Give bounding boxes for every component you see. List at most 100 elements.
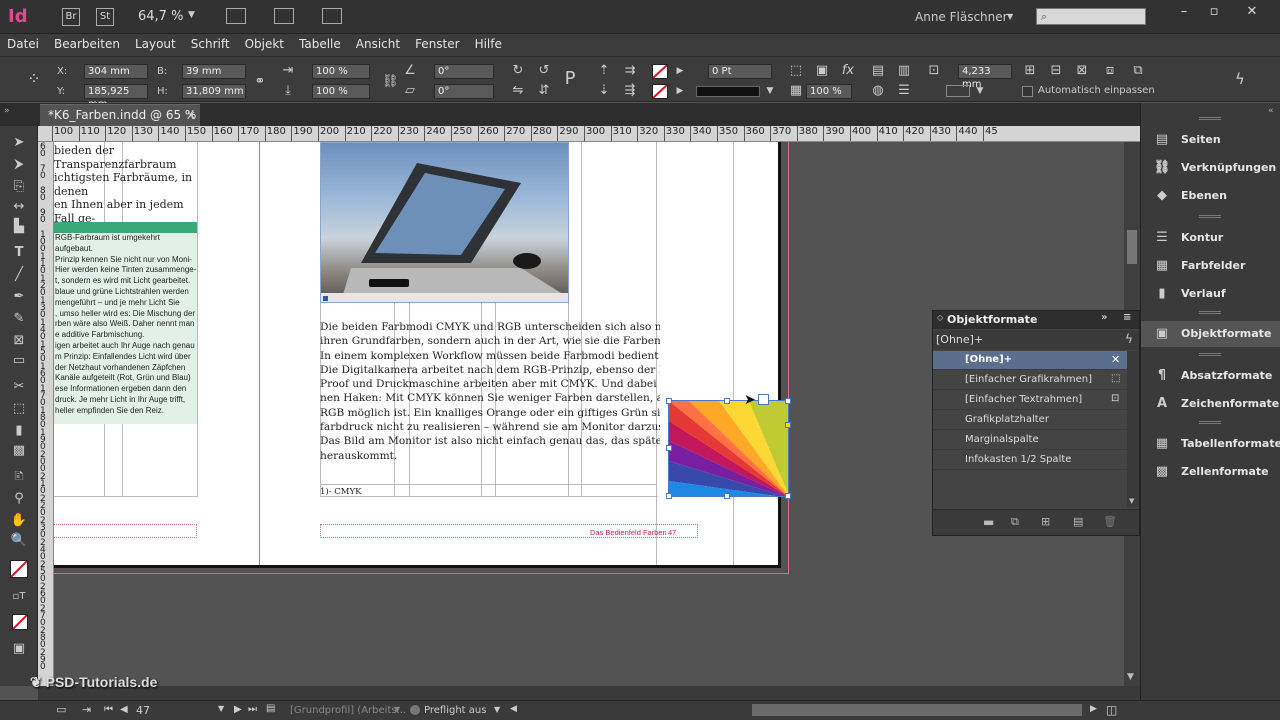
style-row-marginalspalte[interactable]: Marginalspalte [933, 431, 1127, 450]
selection-tool-icon[interactable]: ➤ [10, 134, 28, 152]
page-number-field[interactable]: 47 [136, 704, 150, 717]
fit-frame-icon[interactable]: ⊟ [1048, 63, 1064, 79]
direct-selection-tool-icon[interactable]: ⮞ [10, 156, 28, 174]
previous-page-icon[interactable]: ◀ [120, 704, 128, 715]
split-view-icon[interactable]: ◫ [1106, 703, 1117, 717]
stroke-none-swatch[interactable] [652, 84, 668, 99]
fill-stroke-swatches[interactable] [10, 560, 28, 578]
maximize-button[interactable]: ▫ [1202, 4, 1226, 22]
close-window-button[interactable]: ✕ [1240, 4, 1264, 22]
dock-item-farbfelder[interactable]: ▦ Farbfelder [1141, 253, 1280, 279]
trash-icon[interactable]: 🗑 [1103, 515, 1117, 528]
page-dropdown-icon[interactable]: ▼ [218, 704, 224, 713]
shear-field[interactable]: 0° [434, 84, 494, 99]
panel-menu-icon[interactable]: ≡ [1123, 312, 1131, 323]
footnote-text[interactable]: 1)- CMYK [320, 487, 361, 497]
infobox-text[interactable]: RGB-Farbraum ist umgekehrt aufgebaut. Pr… [54, 233, 197, 424]
clear-overrides-footer-icon[interactable]: ⧉ [1011, 515, 1019, 529]
corner-options-handle[interactable] [785, 422, 791, 428]
panel-collapse-icon[interactable]: ◇ [937, 313, 943, 322]
vertical-ruler[interactable]: 6 0 7 0 8 0 9 0 1 0 01 1 01 2 01 3 01 4 01 5… [38, 142, 54, 686]
menu-datei[interactable]: Datei [0, 34, 47, 51]
fill-none-swatch[interactable] [652, 64, 668, 79]
clear-attributes-icon[interactable]: ⊞ [1041, 515, 1050, 528]
line-tool-icon[interactable]: ╱ [10, 266, 28, 284]
drop-shadow-icon[interactable]: ▣ [814, 63, 830, 79]
fit-content-icon[interactable]: ⊞ [1022, 63, 1038, 79]
open-page-icon[interactable]: ▭ [56, 703, 66, 716]
menu-ansicht[interactable]: Ansicht [349, 34, 408, 51]
opacity-field[interactable]: 100 % [806, 84, 852, 99]
preflight-label[interactable]: Preflight aus [424, 705, 486, 716]
stock-button[interactable]: St [96, 8, 114, 26]
style-row-grafikplatzhalter[interactable]: Grafikplatzhalter [933, 411, 1127, 430]
new-style-icon[interactable]: ▤ [1073, 515, 1083, 528]
hand-tool-icon[interactable]: ✋ [10, 512, 28, 530]
gradient-swatch-tool-icon[interactable]: ▮ [10, 422, 28, 440]
chevron-down-icon[interactable]: ▼ [1007, 12, 1013, 21]
panel-expand-icon[interactable]: » [1101, 312, 1107, 323]
menu-schrift[interactable]: Schrift [184, 34, 238, 51]
note-tool-icon[interactable]: 🗈 [10, 468, 28, 486]
panel-scrollbar[interactable]: ▼ [1127, 351, 1139, 507]
selection-handle[interactable] [724, 398, 730, 404]
panel-grip[interactable] [1199, 353, 1221, 356]
color-fan-image[interactable] [668, 400, 789, 497]
screen-mode-icon[interactable] [274, 8, 294, 24]
pen-tool-icon[interactable]: ✒ [10, 288, 28, 306]
dock-item-absatzformate[interactable]: ¶ Absatzformate [1141, 363, 1280, 389]
search-input[interactable]: ⌕ [1036, 8, 1146, 25]
height-field[interactable]: 31,809 mm [182, 84, 246, 99]
panel-grip[interactable] [1199, 117, 1221, 120]
view-options-icon[interactable] [226, 8, 246, 24]
formatting-container-icon[interactable]: ▫T [10, 588, 28, 606]
scroll-down-icon[interactable]: ▼ [1127, 672, 1134, 682]
select-content-icon[interactable]: ⇣ [596, 83, 612, 99]
selection-handle[interactable] [666, 445, 672, 451]
dock-item-kontur[interactable]: ☰ Kontur [1141, 225, 1280, 251]
vertical-scroll-thumb[interactable] [1127, 230, 1137, 264]
panel-grip[interactable] [1199, 215, 1221, 218]
chevron-down-icon[interactable]: ▼ [972, 83, 988, 99]
dock-item-zellenformate[interactable]: ▩ Zellenformate [1141, 459, 1280, 485]
flip-horizontal-icon[interactable]: ⇋ [510, 83, 526, 99]
gap-tool-icon[interactable]: ↔ [10, 198, 28, 216]
bridge-button[interactable]: Br [62, 8, 80, 26]
scale-y-field[interactable]: 100 % [312, 84, 370, 99]
content-aware-fit-icon[interactable]: ⧉ [1130, 63, 1146, 79]
zoom-tool-icon[interactable]: 🔍 [10, 532, 28, 550]
text-wrap-none-icon[interactable]: ▤ [870, 63, 886, 79]
style-row-infokasten[interactable]: Infokasten 1/2 Spalte [933, 451, 1127, 470]
corner-shape-icon[interactable] [946, 85, 970, 97]
horizontal-scroll-thumb[interactable] [752, 704, 1082, 716]
arrange-documents-icon[interactable] [322, 8, 342, 24]
gradient-feather-tool-icon[interactable]: ▩ [10, 442, 28, 460]
user-name[interactable]: Anne Fläschner [915, 10, 1008, 24]
menu-objekt[interactable]: Objekt [238, 34, 292, 51]
style-row-grafikrahmen[interactable]: [Einfacher Grafikrahmen] ⬚ [933, 371, 1127, 390]
dock-item-objektformate[interactable]: ▣ Objektformate [1141, 321, 1280, 347]
dock-item-ebenen[interactable]: ◆ Ebenen [1141, 183, 1280, 209]
folder-icon[interactable]: ▬ [983, 515, 994, 529]
chevron-down-icon[interactable]: ▼ [494, 705, 500, 714]
body-text-frame[interactable]: Die beiden Farbmodi CMYK und RGB untersc… [320, 320, 660, 463]
selection-handle[interactable] [666, 493, 672, 499]
stroke-menu-icon[interactable]: ▶ [672, 83, 688, 99]
apply-none-button[interactable] [12, 614, 28, 630]
select-container-icon[interactable]: P [562, 70, 578, 88]
menu-fenster[interactable]: Fenster [408, 34, 468, 51]
width-field[interactable]: 39 mm [182, 64, 246, 79]
menu-tabelle[interactable]: Tabelle [292, 34, 349, 51]
horizontal-ruler[interactable]: 100 110 120 130 140 150 160 170 180 190 200 210 220 2… [38, 126, 1140, 142]
rotate-ccw-icon[interactable]: ↺ [536, 63, 552, 79]
stroke-weight-field[interactable]: 0 Pt [708, 64, 772, 79]
selection-handle[interactable] [666, 398, 672, 404]
select-object-icon[interactable]: ⇶ [622, 83, 638, 99]
panel-grip[interactable] [1199, 421, 1221, 424]
stroke-type-select[interactable] [696, 86, 760, 97]
scroll-right-icon[interactable]: ▶ [1090, 704, 1097, 714]
pencil-tool-icon[interactable]: ✎ [10, 310, 28, 328]
dock-item-verlauf[interactable]: ▮ Verlauf [1141, 281, 1280, 307]
frame-fit-icon[interactable]: ⬚ [788, 63, 804, 79]
constrain-proportions-icon[interactable]: ⚭ [252, 74, 268, 90]
